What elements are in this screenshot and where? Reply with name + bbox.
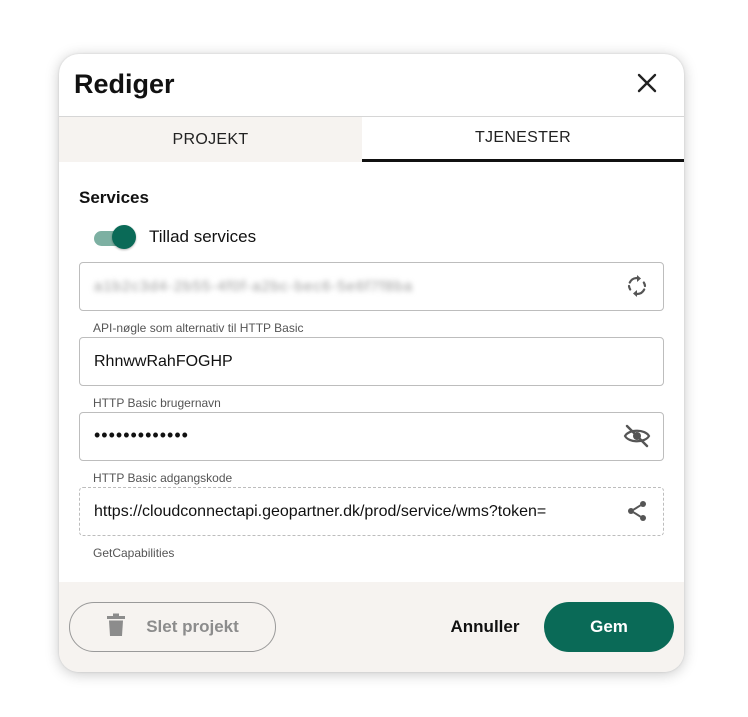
allow-services-row: Tillad services <box>94 224 256 250</box>
api-key-helper: API-nøgle som alternativ til HTTP Basic <box>93 321 304 335</box>
regenerate-key-button[interactable] <box>624 274 650 303</box>
capabilities-url-field[interactable]: https://cloudconnectapi.geopartner.dk/pr… <box>79 487 664 536</box>
close-button[interactable] <box>633 71 661 99</box>
trash-icon <box>106 613 126 642</box>
allow-services-label: Tillad services <box>149 227 257 246</box>
password-field[interactable]: ••••••••••••• <box>79 412 664 461</box>
password-value: ••••••••••••• <box>94 425 189 445</box>
capabilities-url-value: https://cloudconnectapi.geopartner.dk/pr… <box>94 503 547 520</box>
section-title: Services <box>79 188 149 207</box>
edit-dialog: Rediger PROJEKT TJENESTER Services Tilla… <box>59 54 684 672</box>
save-button[interactable]: Gem <box>544 602 674 652</box>
tab-projekt[interactable]: PROJEKT <box>59 117 362 162</box>
username-value: RhnwwRahFOGHP <box>94 353 233 370</box>
allow-services-toggle[interactable] <box>94 224 136 250</box>
api-key-value: a1b2c3d4-2b55-4f0f-a2bc-bec6-5e6f7f8ba <box>94 278 414 295</box>
toggle-knob <box>112 225 136 249</box>
delete-project-label: Slet projekt <box>146 617 239 636</box>
toggle-password-visibility-button[interactable] <box>623 424 651 453</box>
share-url-button[interactable] <box>624 500 650 526</box>
share-icon <box>625 499 649 528</box>
tab-bar: PROJEKT TJENESTER <box>59 117 684 162</box>
username-helper: HTTP Basic brugernavn <box>93 396 221 410</box>
username-field[interactable]: RhnwwRahFOGHP <box>79 337 664 386</box>
close-icon <box>637 73 657 98</box>
dialog-footer: Slet projekt Annuller Gem <box>59 582 684 672</box>
cancel-button[interactable]: Annuller <box>419 602 551 652</box>
api-key-field[interactable]: a1b2c3d4-2b55-4f0f-a2bc-bec6-5e6f7f8ba <box>79 262 664 311</box>
password-helper: HTTP Basic adgangskode <box>93 471 233 485</box>
tab-tjenester[interactable]: TJENESTER <box>362 117 684 162</box>
eye-off-icon <box>623 424 651 453</box>
delete-project-button[interactable]: Slet projekt <box>69 602 276 652</box>
capabilities-helper: GetCapabilities <box>93 546 175 560</box>
refresh-icon <box>625 274 649 303</box>
dialog-header: Rediger <box>59 54 684 117</box>
dialog-title: Rediger <box>74 69 175 99</box>
